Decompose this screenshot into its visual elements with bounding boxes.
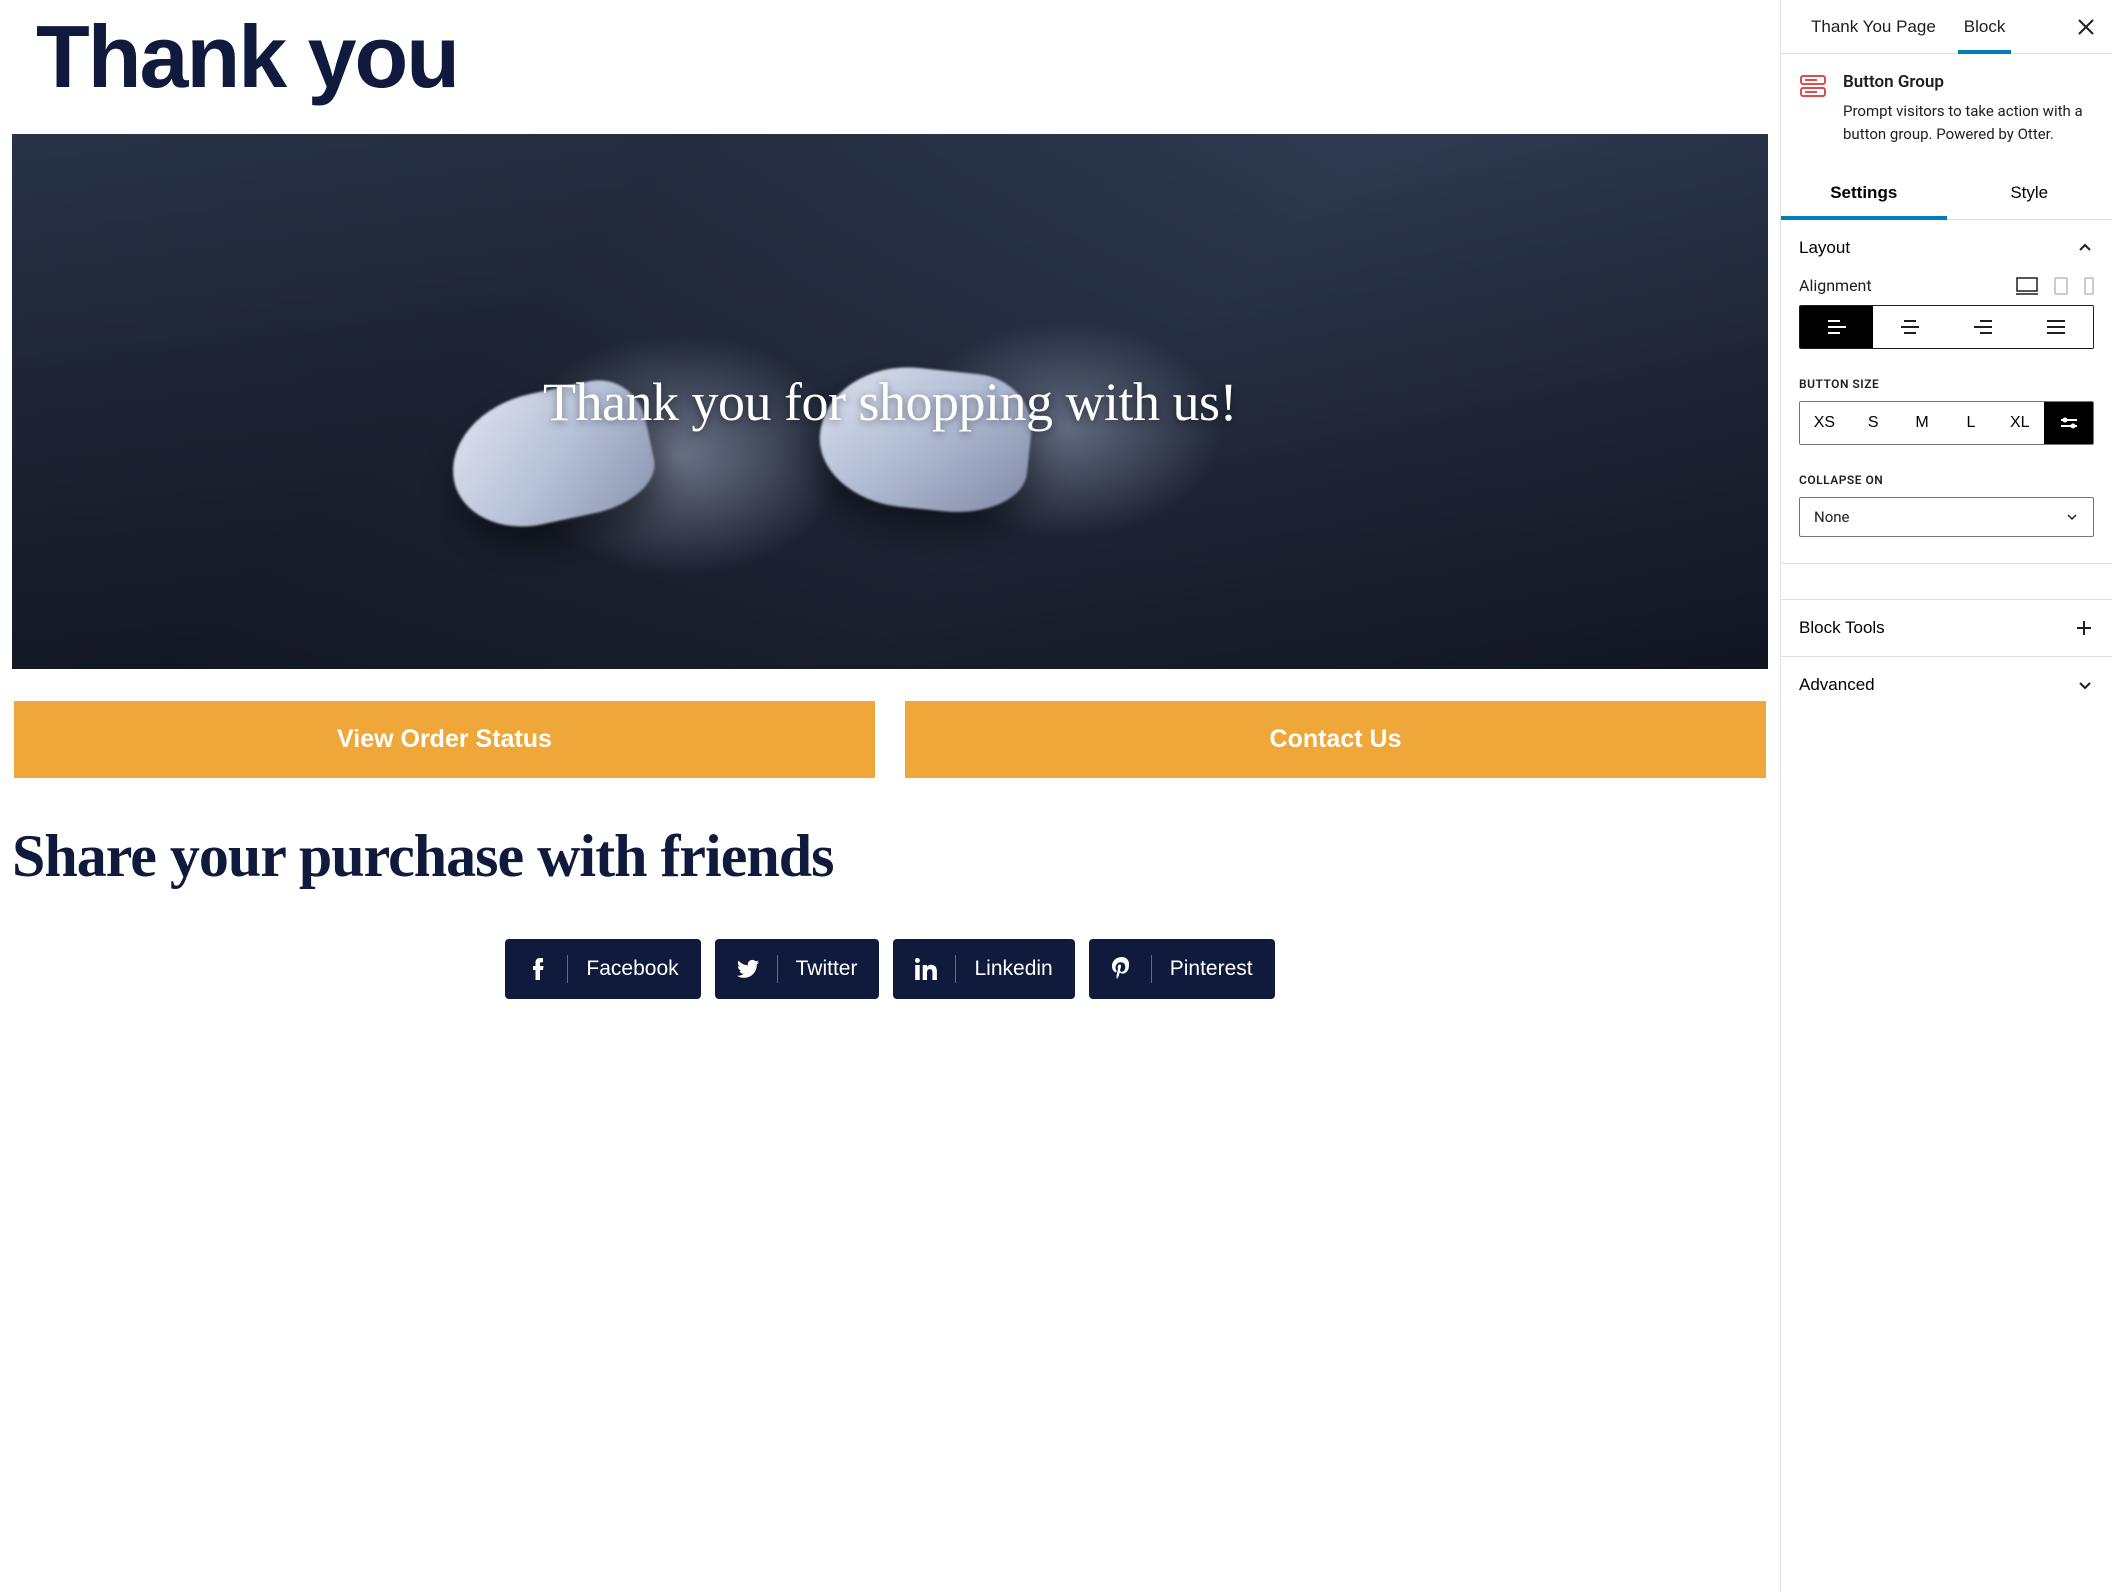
editor-canvas[interactable]: Thank you Thank you for shopping with us… bbox=[0, 0, 1780, 1592]
page-title: Thank you bbox=[36, 6, 1768, 108]
pinterest-button[interactable]: Pinterest bbox=[1089, 939, 1275, 999]
layout-panel-label: Layout bbox=[1799, 238, 1850, 258]
twitter-label: Twitter bbox=[796, 957, 858, 981]
collapse-on-label: COLLAPSE ON bbox=[1799, 473, 2094, 487]
layout-panel-body: Alignment bbox=[1781, 276, 2112, 563]
tab-settings[interactable]: Settings bbox=[1781, 167, 1947, 219]
desktop-icon bbox=[2016, 277, 2038, 295]
mobile-device-button[interactable] bbox=[2084, 277, 2094, 295]
share-heading: Share your purchase with friends bbox=[12, 822, 1768, 891]
hero-heading: Thank you for shopping with us! bbox=[543, 371, 1237, 433]
align-justify-icon bbox=[2045, 318, 2067, 336]
tab-page[interactable]: Thank You Page bbox=[1797, 1, 1950, 53]
sidebar-tabs: Thank You Page Block bbox=[1781, 0, 2112, 54]
pinterest-label: Pinterest bbox=[1170, 957, 1253, 981]
divider bbox=[567, 955, 568, 983]
tab-style[interactable]: Style bbox=[1947, 167, 2112, 219]
facebook-button[interactable]: Facebook bbox=[505, 939, 700, 999]
close-sidebar-button[interactable] bbox=[2068, 9, 2104, 45]
alignment-row: Alignment bbox=[1799, 276, 2094, 295]
block-tools-panel-toggle[interactable]: Block Tools bbox=[1781, 600, 2112, 656]
block-title: Button Group bbox=[1843, 72, 2094, 92]
tablet-device-button[interactable] bbox=[2054, 277, 2068, 295]
tab-block[interactable]: Block bbox=[1950, 1, 2020, 53]
inner-tabs: Settings Style bbox=[1781, 167, 2112, 220]
size-xs-button[interactable]: XS bbox=[1800, 402, 1849, 444]
advanced-panel: Advanced bbox=[1781, 657, 2112, 713]
tablet-icon bbox=[2054, 277, 2068, 295]
contact-us-button[interactable]: Contact Us bbox=[905, 701, 1766, 778]
desktop-device-button[interactable] bbox=[2016, 277, 2038, 295]
align-right-icon bbox=[1972, 318, 1994, 336]
twitter-icon bbox=[737, 959, 759, 979]
layout-panel: Layout Alignment bbox=[1781, 220, 2112, 564]
size-custom-button[interactable] bbox=[2044, 402, 2093, 444]
collapse-on-select[interactable]: None bbox=[1799, 497, 2094, 537]
size-l-button[interactable]: L bbox=[1946, 402, 1995, 444]
linkedin-label: Linkedin bbox=[974, 957, 1052, 981]
linkedin-button[interactable]: Linkedin bbox=[893, 939, 1074, 999]
alignment-label: Alignment bbox=[1799, 276, 1872, 295]
collapse-on-value: None bbox=[1814, 508, 1850, 526]
sliders-icon bbox=[2059, 415, 2079, 431]
twitter-button[interactable]: Twitter bbox=[715, 939, 880, 999]
alignment-toggle-group bbox=[1799, 305, 2094, 349]
align-right-button[interactable] bbox=[1947, 306, 2020, 348]
chevron-up-icon bbox=[2076, 239, 2094, 257]
align-justify-button[interactable] bbox=[2020, 306, 2093, 348]
button-group-icon bbox=[1799, 72, 1827, 145]
chevron-down-icon bbox=[2076, 676, 2094, 694]
align-center-button[interactable] bbox=[1873, 306, 1946, 348]
facebook-icon bbox=[527, 958, 549, 980]
block-settings-sidebar: Thank You Page Block Button Group Prompt… bbox=[1780, 0, 2112, 1592]
align-center-icon bbox=[1899, 318, 1921, 336]
facebook-label: Facebook bbox=[586, 957, 678, 981]
size-xl-button[interactable]: XL bbox=[1995, 402, 2044, 444]
block-tools-panel: Block Tools bbox=[1781, 600, 2112, 657]
close-icon bbox=[2076, 17, 2096, 37]
size-m-button[interactable]: M bbox=[1898, 402, 1947, 444]
size-s-button[interactable]: S bbox=[1849, 402, 1898, 444]
button-group-block[interactable]: View Order Status Contact Us bbox=[12, 699, 1768, 780]
panel-separator bbox=[1781, 564, 2112, 600]
block-header: Button Group Prompt visitors to take act… bbox=[1781, 54, 2112, 167]
view-order-button[interactable]: View Order Status bbox=[14, 701, 875, 778]
layout-panel-toggle[interactable]: Layout bbox=[1781, 220, 2112, 276]
align-left-icon bbox=[1826, 318, 1848, 336]
block-tools-label: Block Tools bbox=[1799, 618, 1885, 638]
button-size-label: BUTTON SIZE bbox=[1799, 377, 2094, 391]
button-size-group: XS S M L XL bbox=[1799, 401, 2094, 445]
linkedin-icon bbox=[915, 958, 937, 980]
divider bbox=[1151, 955, 1152, 983]
divider bbox=[955, 955, 956, 983]
divider bbox=[777, 955, 778, 983]
plus-icon bbox=[2074, 618, 2094, 638]
advanced-label: Advanced bbox=[1799, 675, 1875, 695]
align-left-button[interactable] bbox=[1800, 306, 1873, 348]
chevron-down-icon bbox=[2065, 510, 2079, 524]
advanced-panel-toggle[interactable]: Advanced bbox=[1781, 657, 2112, 713]
responsive-device-switcher bbox=[2016, 277, 2094, 295]
social-buttons-row: Facebook Twitter Linkedin Pinterest bbox=[12, 939, 1768, 999]
hero-cover-block[interactable]: Thank you for shopping with us! bbox=[12, 134, 1768, 669]
mobile-icon bbox=[2084, 277, 2094, 295]
pinterest-icon bbox=[1111, 957, 1133, 981]
block-description: Prompt visitors to take action with a bu… bbox=[1843, 100, 2094, 145]
